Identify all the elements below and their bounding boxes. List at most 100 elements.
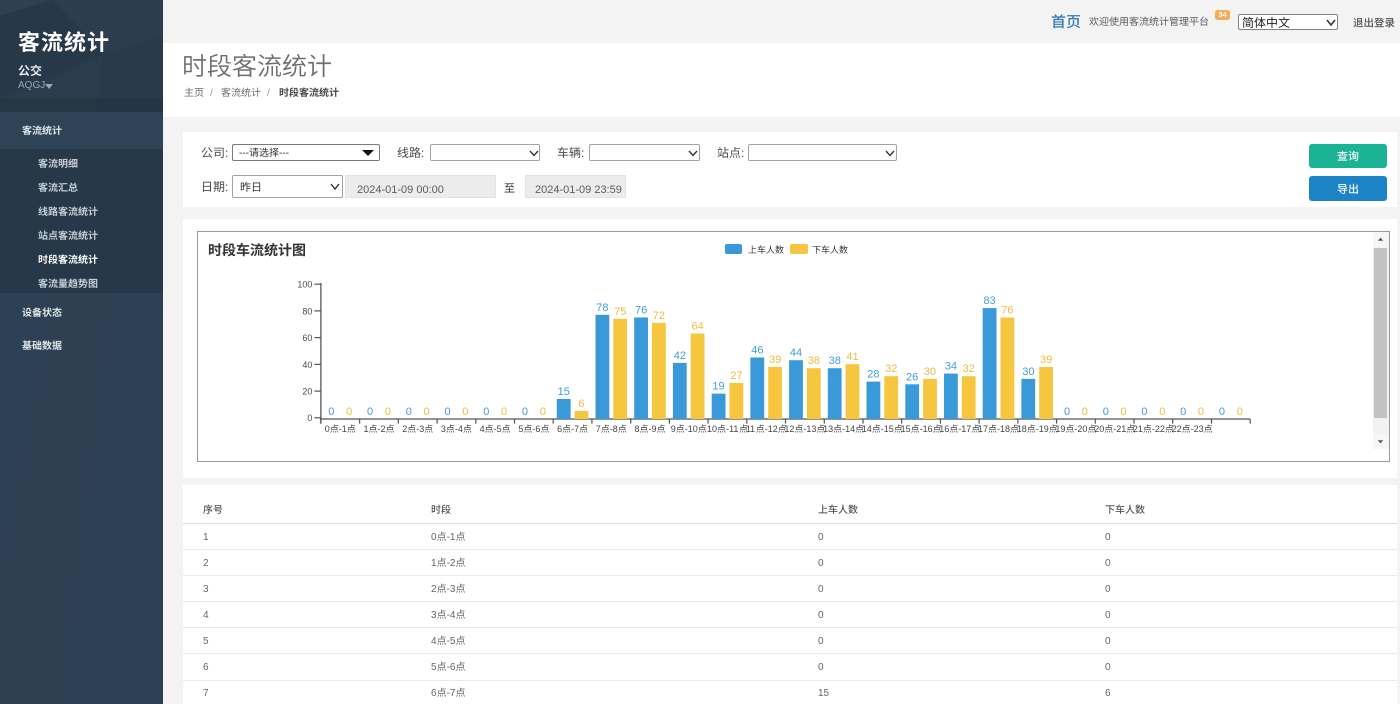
- svg-text:60: 60: [302, 333, 312, 343]
- svg-text::: :: [225, 180, 228, 194]
- svg-text:-1: -1: [447, 532, 456, 543]
- svg-text:78: 78: [596, 302, 608, 314]
- svg-text:5: 5: [203, 636, 209, 647]
- svg-text:0: 0: [1121, 406, 1127, 418]
- svg-text:0: 0: [1105, 558, 1111, 569]
- svg-text::: :: [581, 146, 584, 160]
- svg-text:64: 64: [692, 321, 704, 333]
- svg-text:0: 0: [1105, 662, 1111, 673]
- svg-text::: :: [741, 146, 744, 160]
- svg-text:7: 7: [203, 688, 209, 699]
- svg-text:19: 19: [712, 381, 724, 393]
- svg-text:0: 0: [540, 406, 546, 418]
- svg-text:0: 0: [406, 406, 412, 418]
- svg-text:/: /: [267, 88, 270, 99]
- svg-text:17: 17: [978, 424, 988, 434]
- svg-text:0: 0: [483, 406, 489, 418]
- svg-text:16: 16: [939, 424, 949, 434]
- svg-text:-12: -12: [765, 424, 778, 434]
- svg-text:0: 0: [424, 406, 430, 418]
- svg-text:3: 3: [441, 424, 446, 434]
- svg-text:44: 44: [790, 347, 802, 359]
- svg-text:6: 6: [203, 662, 209, 673]
- svg-text:0: 0: [328, 406, 334, 418]
- svg-text::: :: [421, 146, 424, 160]
- svg-text:30: 30: [924, 366, 936, 378]
- svg-text:0: 0: [325, 424, 330, 434]
- svg-text:-21: -21: [1113, 424, 1126, 434]
- svg-text:0: 0: [1219, 406, 1225, 418]
- svg-text:-4: -4: [455, 424, 463, 434]
- svg-text:76: 76: [635, 305, 647, 317]
- svg-text:2: 2: [402, 424, 407, 434]
- svg-text:-22: -22: [1152, 424, 1165, 434]
- svg-text:10: 10: [707, 424, 717, 434]
- svg-text:-5: -5: [447, 636, 456, 647]
- svg-text:0: 0: [346, 406, 352, 418]
- svg-text:34: 34: [945, 361, 957, 373]
- svg-text:0: 0: [1105, 584, 1111, 595]
- svg-text:4: 4: [203, 610, 209, 621]
- svg-text:6: 6: [578, 398, 584, 410]
- svg-text:72: 72: [653, 310, 665, 322]
- svg-text:38: 38: [808, 355, 820, 367]
- svg-text:-7: -7: [571, 424, 579, 434]
- svg-text:40: 40: [302, 360, 312, 370]
- svg-text:0: 0: [1082, 406, 1088, 418]
- svg-text:0: 0: [1180, 406, 1186, 418]
- svg-text:1: 1: [431, 558, 437, 569]
- svg-text:15: 15: [901, 424, 911, 434]
- svg-text:28: 28: [867, 369, 879, 381]
- svg-text:6: 6: [431, 688, 437, 699]
- svg-text:20: 20: [1094, 424, 1104, 434]
- svg-text:-11: -11: [726, 424, 738, 434]
- svg-text:-5: -5: [494, 424, 502, 434]
- svg-text:-2: -2: [447, 558, 456, 569]
- svg-text:0: 0: [818, 636, 824, 647]
- svg-text:0: 0: [1064, 406, 1070, 418]
- svg-text:1: 1: [203, 532, 209, 543]
- svg-text:7: 7: [596, 424, 601, 434]
- svg-text:39: 39: [769, 354, 781, 366]
- svg-text:0: 0: [431, 532, 437, 543]
- svg-text:0: 0: [1198, 406, 1204, 418]
- svg-text:-10: -10: [685, 424, 698, 434]
- svg-text:11: 11: [746, 424, 755, 434]
- svg-text:-17: -17: [958, 424, 971, 434]
- svg-text::: :: [225, 146, 228, 160]
- svg-text:2: 2: [203, 558, 209, 569]
- svg-text:80: 80: [302, 306, 312, 316]
- svg-text:18: 18: [1017, 424, 1027, 434]
- svg-text:-15: -15: [881, 424, 894, 434]
- svg-text:42: 42: [674, 350, 686, 362]
- svg-text:27: 27: [730, 370, 742, 382]
- svg-text:-23: -23: [1191, 424, 1204, 434]
- svg-text:AQGJ: AQGJ: [18, 80, 45, 91]
- svg-text:-13: -13: [803, 424, 816, 434]
- svg-text:/: /: [210, 88, 213, 99]
- svg-text:0: 0: [1237, 406, 1243, 418]
- svg-text:15: 15: [818, 688, 830, 699]
- svg-text:0: 0: [818, 584, 824, 595]
- svg-text:0: 0: [367, 406, 373, 418]
- svg-text:0: 0: [818, 558, 824, 569]
- svg-text:26: 26: [906, 371, 918, 383]
- svg-text:76: 76: [1001, 305, 1013, 317]
- svg-text:39: 39: [1040, 354, 1052, 366]
- svg-text:0: 0: [1105, 532, 1111, 543]
- svg-text:0: 0: [818, 610, 824, 621]
- svg-text:-1: -1: [339, 424, 347, 434]
- svg-text:14: 14: [862, 424, 872, 434]
- svg-text:6: 6: [557, 424, 562, 434]
- svg-text:-20: -20: [1074, 424, 1087, 434]
- svg-text:100: 100: [297, 280, 312, 290]
- svg-text:-3: -3: [416, 424, 424, 434]
- svg-text:-19: -19: [1036, 424, 1049, 434]
- svg-text:5: 5: [518, 424, 523, 434]
- svg-text:5: 5: [431, 662, 437, 673]
- svg-text:0: 0: [462, 406, 468, 418]
- svg-text:-18: -18: [997, 424, 1010, 434]
- svg-text:0: 0: [1141, 406, 1147, 418]
- svg-text:0: 0: [1105, 610, 1111, 621]
- svg-text:4: 4: [480, 424, 485, 434]
